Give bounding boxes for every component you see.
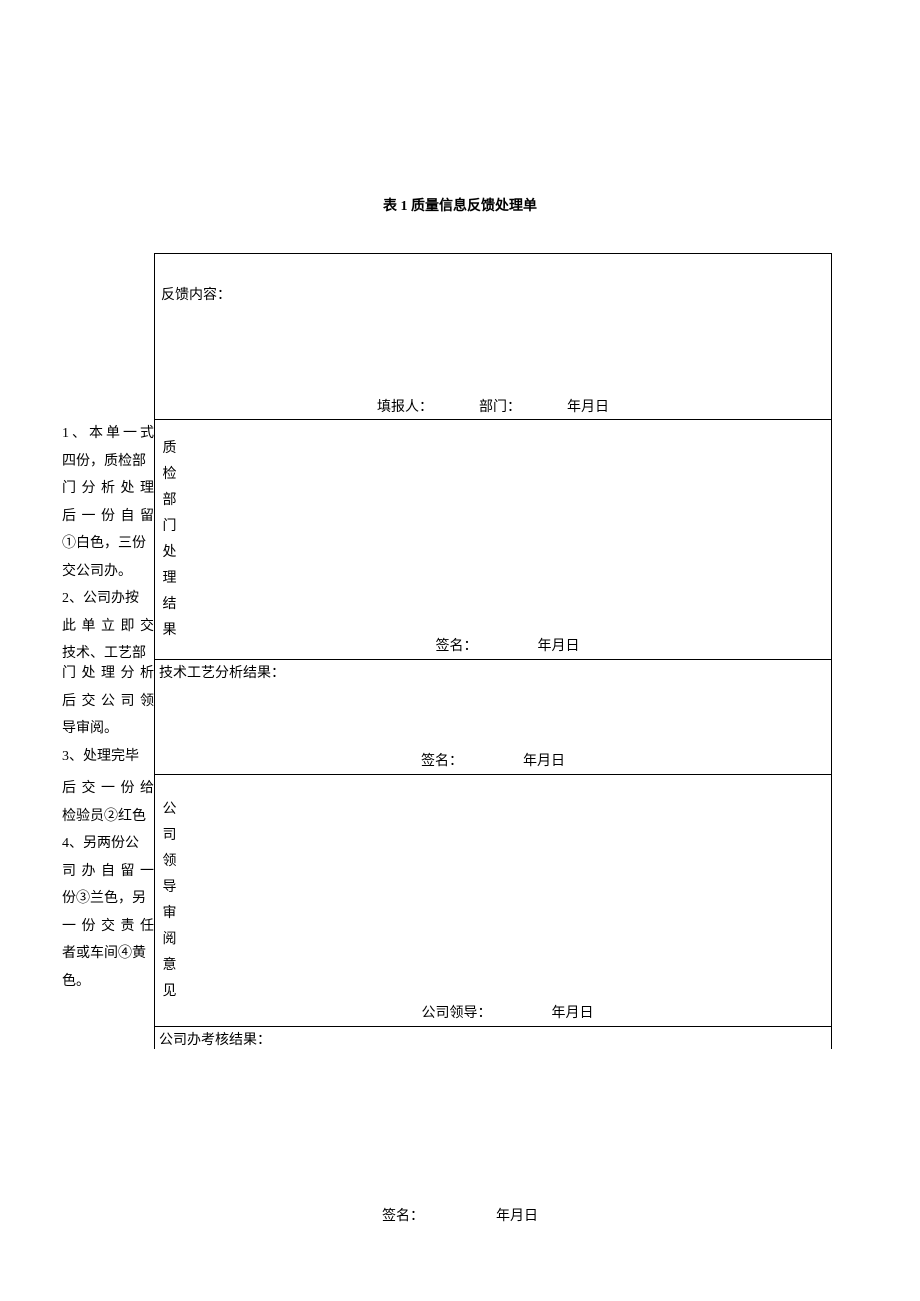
bottom-sign-label: 签名： [382, 1205, 424, 1225]
bottom-date-label: 年月日 [496, 1205, 538, 1225]
tech-date-label: 年月日 [523, 750, 565, 770]
qc-dept-label: 质检部门处理结果 [154, 420, 184, 659]
leader-date-label: 年月日 [552, 1002, 594, 1022]
bottom-signature-line: 签名： 年月日 [0, 1205, 920, 1225]
leader-review-label: 公司领导审阅意见 [154, 775, 184, 1026]
date-label: 年月日 [567, 396, 609, 416]
tech-signature-line: 签名： 年月日 [155, 746, 831, 774]
qc-sign-label: 签名： [436, 635, 478, 655]
tech-sign-label: 签名： [421, 750, 463, 770]
document-title: 表 1 质量信息反馈处理单 [0, 195, 920, 215]
leader-signature-line: 公司领导： 年月日 [184, 998, 831, 1026]
form-table: 反馈内容： 填报人： 部门： 年月日 1、本单一式 四份，质检部 门分析处理 后… [62, 253, 832, 1049]
feedback-label: 反馈内容： [161, 288, 231, 303]
feedback-content-cell: 反馈内容： [155, 254, 831, 392]
leader-sign-label: 公司领导： [422, 1002, 492, 1022]
filler-label: 填报人： [377, 396, 433, 416]
qc-date-label: 年月日 [538, 635, 580, 655]
office-assessment-label: 公司办考核结果： [155, 1027, 831, 1051]
side-notes: 1、本单一式 四份，质检部 门分析处理 后一份自留 ①白色，三份 交公司办。 2… [62, 420, 154, 668]
dept-label: 部门： [479, 396, 521, 416]
reporter-signature-line: 填报人： 部门： 年月日 [155, 392, 831, 420]
tech-analysis-label: 技术工艺分析结果： [155, 660, 831, 684]
qc-signature-line: 签名： 年月日 [184, 631, 831, 659]
